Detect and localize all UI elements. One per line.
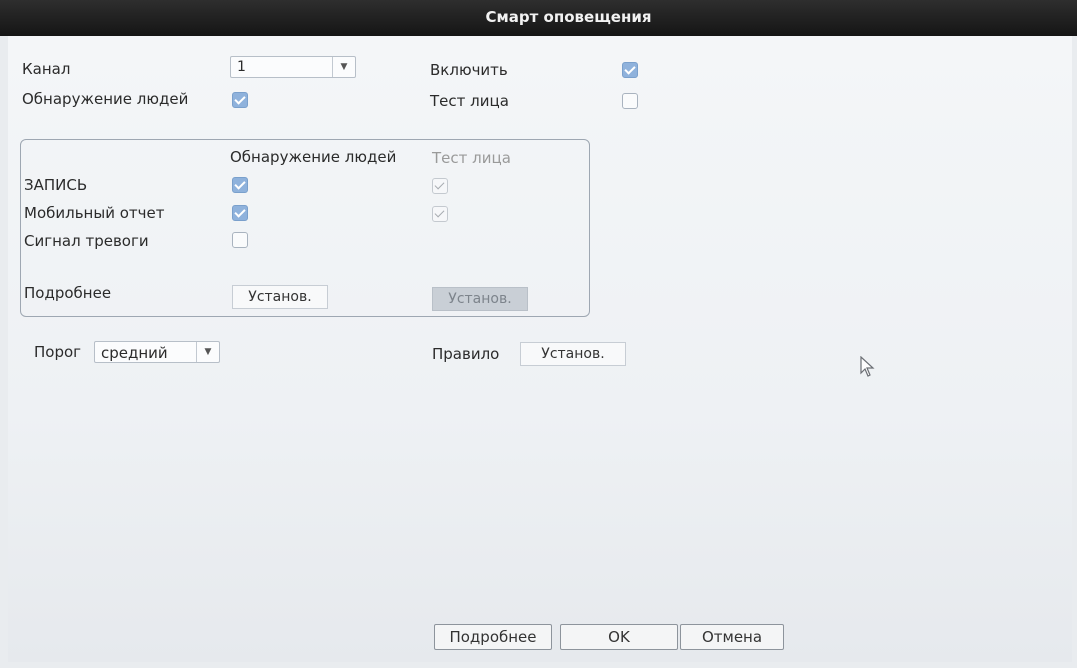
channel-select[interactable]: 1 ▼ [230, 56, 356, 78]
rule-label: Правило [432, 345, 500, 363]
mobile-report-label: Мобильный отчет [24, 204, 165, 222]
record-people-checkbox[interactable] [232, 177, 248, 193]
chevron-down-icon[interactable]: ▼ [196, 342, 219, 362]
details-label: Подробнее [24, 284, 112, 302]
threshold-label: Порог [34, 343, 82, 361]
mobile-report-people-checkbox[interactable] [232, 205, 248, 221]
dialog-content: Канал 1 ▼ Обнаружение людей Включить Тес… [8, 36, 1072, 662]
channel-value: 1 [237, 59, 246, 75]
column-header-people: Обнаружение людей [230, 148, 397, 166]
set-face-button: Установ. [432, 287, 528, 311]
people-detection-label: Обнаружение людей [22, 90, 189, 108]
enable-checkbox[interactable] [622, 62, 638, 78]
people-detection-checkbox[interactable] [232, 92, 248, 108]
mouse-cursor-icon [860, 356, 875, 377]
ok-button[interactable]: OK [560, 624, 678, 650]
cancel-button[interactable]: Отмена [680, 624, 784, 650]
title-bar: Смарт оповещения [0, 0, 1077, 36]
rule-set-button[interactable]: Установ. [520, 342, 626, 366]
face-test-checkbox[interactable] [622, 93, 638, 109]
alarm-signal-people-checkbox[interactable] [232, 232, 248, 248]
alarm-signal-label: Сигнал тревоги [24, 232, 149, 250]
face-test-label: Тест лица [430, 92, 509, 110]
footer-details-button[interactable]: Подробнее [434, 624, 552, 650]
window-title: Смарт оповещения [485, 8, 652, 26]
threshold-select[interactable]: средний ▼ [94, 341, 220, 363]
set-people-button[interactable]: Установ. [232, 285, 328, 309]
mobile-report-face-checkbox [432, 206, 448, 222]
column-header-face: Тест лица [432, 149, 511, 167]
enable-label: Включить [430, 61, 508, 79]
channel-label: Канал [22, 60, 71, 78]
chevron-down-icon[interactable]: ▼ [332, 57, 355, 77]
threshold-value: средний [101, 344, 168, 362]
record-face-checkbox [432, 178, 448, 194]
record-label: ЗАПИСЬ [24, 176, 88, 194]
